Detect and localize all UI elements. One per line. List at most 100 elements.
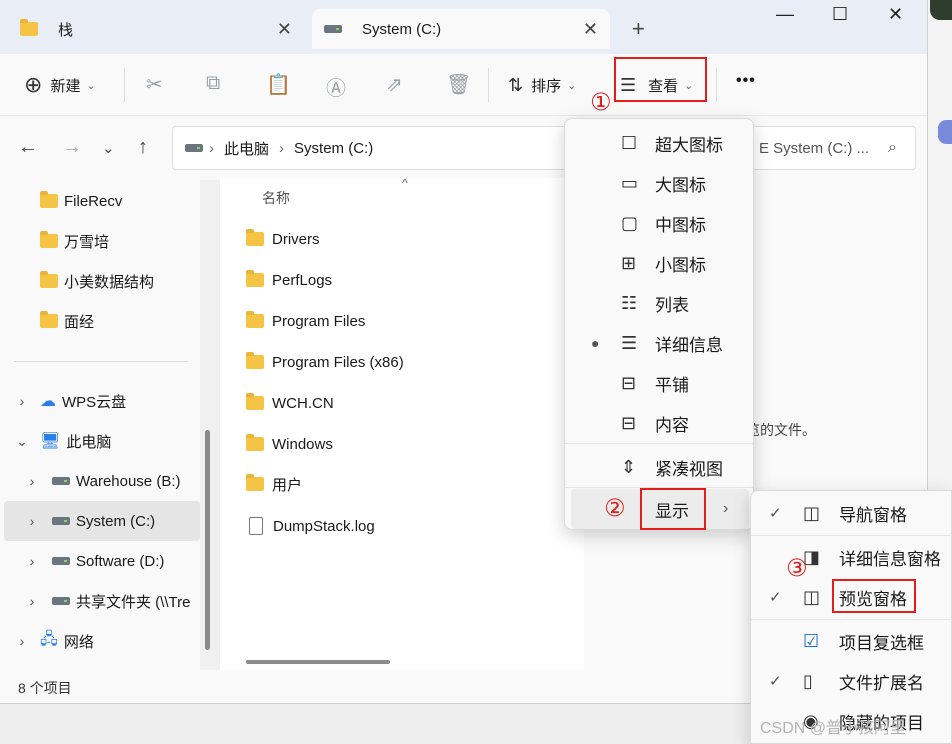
menu-item-details[interactable]: ● ☰ 详细信息 bbox=[565, 323, 753, 363]
file-row[interactable]: Drivers bbox=[246, 221, 320, 257]
close-window-button[interactable]: ✕ bbox=[888, 4, 903, 25]
network-drive-icon bbox=[52, 597, 70, 605]
close-tab-icon[interactable]: ✕ bbox=[277, 19, 292, 40]
forward-arrow-icon[interactable]: → bbox=[62, 136, 82, 159]
new-button[interactable]: ⊕ 新建 ⌄ bbox=[24, 64, 96, 106]
file-row[interactable]: Program Files (x86) bbox=[246, 344, 404, 380]
breadcrumb-this-pc[interactable]: 此电脑 bbox=[224, 138, 269, 159]
sidebar-item-shared-folder[interactable]: › 共享文件夹 (\\Tre bbox=[22, 581, 200, 621]
file-name: 用户 bbox=[272, 476, 303, 494]
divider bbox=[488, 68, 489, 102]
item-count: 8 个项目 bbox=[18, 680, 72, 696]
minimize-button[interactable]: — bbox=[776, 4, 794, 25]
chevron-right-icon[interactable]: › bbox=[22, 553, 42, 569]
tab-stack[interactable]: 栈 ✕ bbox=[8, 9, 304, 49]
paste-icon[interactable]: 📋 bbox=[266, 72, 291, 97]
menu-item-label: 详细信息 bbox=[655, 335, 723, 355]
navigation-pane-icon: ◫ bbox=[803, 502, 821, 523]
delete-icon[interactable]: 🗑 bbox=[446, 72, 471, 97]
horizontal-scrollbar-thumb[interactable] bbox=[246, 660, 390, 664]
recent-chevron-icon[interactable]: ⌄ bbox=[102, 139, 115, 157]
file-name: Program Files (x86) bbox=[272, 353, 404, 371]
file-extension-icon: ▯ bbox=[803, 670, 813, 691]
sidebar-item-label: WPS云盘 bbox=[62, 393, 127, 411]
file-row[interactable]: WCH.CN bbox=[246, 385, 334, 421]
menu-item-large-icons[interactable]: ▭ 大图标 bbox=[565, 163, 753, 203]
cut-icon[interactable]: ✂ bbox=[146, 72, 163, 97]
preview-message: 览的文件。 bbox=[746, 422, 816, 438]
chevron-right-icon[interactable]: › bbox=[22, 593, 42, 609]
submenu-item-details-pane[interactable]: ◨ 详细信息窗格 bbox=[751, 537, 951, 577]
menu-divider bbox=[565, 443, 753, 444]
menu-item-compact-view[interactable]: ⇕ 紧凑视图 bbox=[565, 447, 753, 487]
annotation-number-1: ① bbox=[590, 88, 612, 116]
menu-item-small-icons[interactable]: ⊞ 小图标 bbox=[565, 243, 753, 283]
watermark: CSDN @普小孩阿里 bbox=[760, 720, 907, 737]
menu-item-label: 大图标 bbox=[655, 175, 706, 195]
menu-item-extra-large-icons[interactable]: ☐ 超大图标 bbox=[565, 123, 753, 163]
new-label: 新建 bbox=[50, 77, 81, 95]
tiles-icon: ⊟ bbox=[621, 372, 637, 393]
back-arrow-icon[interactable]: ← bbox=[18, 136, 38, 159]
maximize-button[interactable]: ☐ bbox=[832, 4, 848, 25]
breadcrumb-separator: › bbox=[279, 139, 285, 157]
sort-button[interactable]: ⇅ 排序 ⌄ bbox=[508, 64, 576, 106]
file-name: DumpStack.log bbox=[273, 517, 375, 535]
more-options-button[interactable]: ••• bbox=[736, 72, 756, 90]
submenu-item-item-checkboxes[interactable]: ☑ 项目复选框 bbox=[751, 621, 951, 661]
sidebar-item-wps-cloud[interactable]: › ☁ WPS云盘 bbox=[12, 381, 208, 421]
sidebar-item-label: 此电脑 bbox=[66, 433, 112, 451]
new-tab-button[interactable]: + bbox=[632, 16, 645, 42]
file-row[interactable]: 用户 bbox=[246, 466, 302, 502]
sidebar-item-network[interactable]: › 🖧 网络 bbox=[12, 621, 208, 661]
sidebar-item-label: System (C:) bbox=[76, 512, 156, 530]
sidebar-scrollbar-thumb[interactable] bbox=[205, 430, 210, 650]
file-row[interactable]: Program Files bbox=[246, 303, 365, 339]
computer-icon: 🖥 bbox=[40, 433, 61, 450]
share-icon[interactable]: ⇗ bbox=[386, 72, 403, 97]
file-row[interactable]: DumpStack.log bbox=[246, 508, 375, 544]
file-name: PerfLogs bbox=[272, 271, 333, 289]
search-input[interactable]: E System (C:) ... ⌕ bbox=[746, 126, 916, 170]
sidebar-item-warehouse[interactable]: › Warehouse (B:) bbox=[22, 461, 218, 501]
chevron-down-icon: ⌄ bbox=[567, 79, 577, 92]
chevron-right-icon[interactable]: › bbox=[12, 393, 32, 409]
submenu-item-label: 详细信息窗格 bbox=[839, 549, 941, 569]
large-icons-icon: ▭ bbox=[621, 172, 639, 193]
menu-item-tiles[interactable]: ⊟ 平铺 bbox=[565, 363, 753, 403]
drive-icon bbox=[324, 25, 342, 33]
menu-item-label: 紧凑视图 bbox=[655, 459, 723, 479]
drive-icon bbox=[52, 517, 70, 525]
sidebar-item-system-c[interactable]: › System (C:) bbox=[4, 501, 200, 541]
column-header-name[interactable]: 名称 bbox=[262, 188, 290, 208]
file-row[interactable]: PerfLogs bbox=[246, 262, 332, 298]
menu-item-content[interactable]: ⊟ 内容 bbox=[565, 403, 753, 443]
menu-item-medium-icons[interactable]: ▢ 中图标 bbox=[565, 203, 753, 243]
sidebar-item-label: 小美数据结构 bbox=[64, 273, 155, 291]
medium-icons-icon: ▢ bbox=[621, 212, 639, 233]
rename-icon[interactable]: Ⓐ bbox=[326, 72, 346, 101]
breadcrumb-drive[interactable]: System (C:) bbox=[294, 140, 373, 157]
tab-system-c[interactable]: System (C:) ✕ bbox=[312, 9, 610, 49]
chevron-right-icon[interactable]: › bbox=[22, 513, 42, 529]
sidebar-item-software-d[interactable]: › Software (D:) bbox=[22, 541, 218, 581]
copy-icon[interactable]: ⧉ bbox=[206, 72, 220, 95]
menu-item-label: 列表 bbox=[655, 295, 689, 315]
view-menu: ☐ 超大图标 ▭ 大图标 ▢ 中图标 ⊞ 小图标 ☷ 列表 ● ☰ 详细信息 ⊟… bbox=[564, 118, 754, 530]
chevron-right-icon[interactable]: › bbox=[22, 473, 42, 489]
submenu-item-navigation-pane[interactable]: ✓ ◫ 导航窗格 bbox=[751, 493, 951, 533]
sidebar-item-label: FileRecv bbox=[64, 192, 123, 210]
annotation-box-preview-pane bbox=[832, 579, 916, 613]
up-arrow-icon[interactable]: ↑ bbox=[138, 136, 148, 159]
folder-icon bbox=[246, 434, 264, 451]
chevron-down-icon[interactable]: ⌄ bbox=[12, 433, 32, 450]
chevron-right-icon[interactable]: › bbox=[12, 633, 32, 649]
file-row[interactable]: Windows bbox=[246, 426, 333, 462]
address-bar[interactable]: › 此电脑 › System (C:) bbox=[172, 126, 592, 170]
menu-item-list[interactable]: ☷ 列表 bbox=[565, 283, 753, 323]
close-tab-icon[interactable]: ✕ bbox=[583, 19, 598, 40]
annotation-box-show bbox=[640, 488, 706, 530]
submenu-item-file-extensions[interactable]: ✓ ▯ 文件扩展名 bbox=[751, 661, 951, 701]
network-icon: 🖧 bbox=[40, 630, 58, 648]
sidebar-item-this-pc[interactable]: ⌄ 🖥 此电脑 bbox=[12, 421, 208, 461]
